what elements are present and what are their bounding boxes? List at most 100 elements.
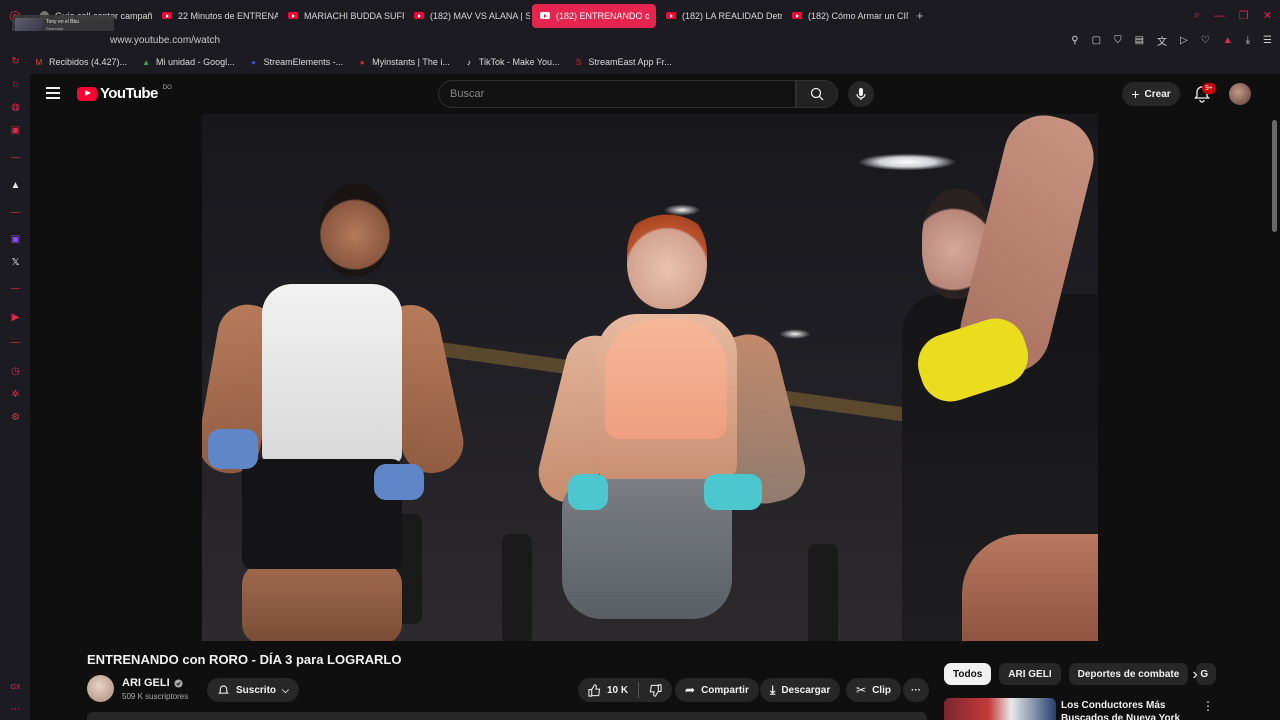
gmail-sidebar-icon[interactable]: ▣ <box>9 124 22 137</box>
bookmark-item[interactable]: ● Myinstants | The i... <box>357 57 450 67</box>
gx-icon[interactable]: GX <box>9 681 22 694</box>
like-count[interactable]: 10 K <box>607 685 628 696</box>
create-button[interactable]: + Crear <box>1122 82 1180 106</box>
browser-tab[interactable]: (182) MAV VS ALANA | S <box>406 4 530 28</box>
video-frame-figure <box>320 184 390 276</box>
video-frame-figure <box>568 474 608 510</box>
bell-icon <box>218 684 229 694</box>
tab-label: (182) MAV VS ALANA | S <box>430 10 530 21</box>
minimize-icon[interactable]: — <box>1214 10 1225 22</box>
address-bar-tools: ⚲ ▢ ⛉ ▤ 文 ▷ ♡ ▲ ⤓ ☰ <box>1071 31 1272 50</box>
sidebar-divider <box>11 212 19 213</box>
twitch-icon[interactable]: ▣ <box>9 233 22 246</box>
more-sidebar-icon[interactable]: ⋯ <box>9 703 22 716</box>
recommended-thumbnail[interactable] <box>944 698 1056 720</box>
country-code: DO <box>162 84 172 91</box>
filter-chip[interactable]: Deportes de combate <box>1068 663 1189 685</box>
like-divider <box>638 682 640 698</box>
bookmark-item[interactable]: ♪ TikTok - Make You... <box>464 57 560 67</box>
page-scrollbar[interactable] <box>1272 120 1277 232</box>
video-frame-figure <box>374 464 424 500</box>
messenger-icon[interactable]: ◍ <box>9 101 22 114</box>
bookmark-item[interactable]: S StreamEast App Fr... <box>574 57 672 67</box>
clock-icon[interactable]: ◷ <box>9 365 22 378</box>
window-controls: ⌕ — ❐ ✕ <box>1194 0 1272 31</box>
bookmark-item[interactable]: ● StreamElements -... <box>249 57 343 67</box>
account-avatar[interactable] <box>1229 83 1251 105</box>
wallet-icon[interactable]: ▲ <box>1223 35 1233 46</box>
clip-button[interactable]: ✂ Clip <box>846 678 901 702</box>
download-label: Descargar <box>781 684 831 696</box>
thumbs-up-icon[interactable] <box>588 683 601 697</box>
bookmark-item[interactable]: M Recibidos (4.427)... <box>34 57 127 67</box>
new-tab-button[interactable]: + <box>908 8 932 23</box>
channel-name[interactable]: ARI GELI <box>122 677 183 689</box>
tab-label: 22 Minutos de ENTRENA <box>178 10 278 21</box>
url-field[interactable]: www.youtube.com/watch <box>30 35 220 46</box>
subscribed-button[interactable]: Suscrito ⌵ <box>207 678 299 702</box>
download-icon[interactable]: ⤓ <box>1246 35 1250 46</box>
browser-tab[interactable]: 22 Minutos de ENTRENA <box>154 4 278 28</box>
youtube-wordmark: YouTube <box>100 85 158 102</box>
filter-chip[interactable]: Todos <box>944 663 992 685</box>
x-icon[interactable]: 𝕏 <box>9 256 22 269</box>
browser-tab[interactable]: (182) Cómo Armar un CIN <box>784 4 908 28</box>
search-input[interactable]: Buscar <box>438 80 796 108</box>
aria-icon[interactable]: ▲ <box>9 179 22 192</box>
share-icon: ➦ <box>685 683 696 697</box>
chevron-right-icon[interactable]: › <box>1186 666 1204 684</box>
extensions-icon[interactable]: ✲ <box>9 388 22 401</box>
reader-icon[interactable]: ▤ <box>1135 35 1144 46</box>
voice-search-button[interactable] <box>848 81 874 107</box>
maximize-icon[interactable]: ❐ <box>1239 9 1249 22</box>
heart-icon[interactable]: ♡ <box>1201 35 1210 46</box>
search-button[interactable] <box>796 80 838 108</box>
more-actions-button[interactable]: ··· <box>903 678 929 702</box>
youtube-favicon-icon <box>162 12 172 19</box>
subscriber-count: 509 K suscriptores <box>122 692 189 701</box>
video-player[interactable] <box>202 114 1098 641</box>
snapshot-icon[interactable]: ▢ <box>1092 35 1101 46</box>
history-icon[interactable]: ↻ <box>9 55 22 68</box>
download-icon: ⤓ <box>770 682 776 697</box>
search-icon <box>810 87 824 101</box>
shop-icon[interactable]: ⌂ <box>9 78 22 91</box>
microphone-icon <box>856 88 866 100</box>
create-label: Crear <box>1144 88 1171 100</box>
play-icon[interactable]: ▷ <box>1180 35 1188 46</box>
translate-icon[interactable]: 文 <box>1157 33 1167 48</box>
recommended-more-icon[interactable]: ⋮ <box>1202 699 1214 713</box>
shield-icon[interactable]: ⛉ <box>1114 35 1122 46</box>
settings-icon[interactable]: ⚙ <box>9 411 22 424</box>
bookmarks-bar: M Recibidos (4.427)... ▲ Mi unidad - Googl.… <box>30 50 1280 74</box>
youtube-favicon-icon <box>540 12 550 19</box>
plus-icon: + <box>1131 86 1140 102</box>
tab-search-icon[interactable]: ⌕ <box>1194 9 1200 22</box>
youtube-favicon-icon <box>792 12 802 19</box>
video-frame-figure <box>242 564 402 641</box>
download-button[interactable]: ⤓ Descargar <box>760 678 841 702</box>
browser-tab[interactable]: (182) LA REALIDAD Detrá <box>658 4 782 28</box>
guide-menu-icon[interactable] <box>46 87 60 99</box>
browser-tab[interactable]: MARIACHI BUDDA SUFRE <box>280 4 404 28</box>
youtube-logo[interactable]: YouTube DO <box>77 85 172 102</box>
thumbs-down-icon[interactable] <box>649 683 662 697</box>
youtube-play-icon <box>77 86 97 101</box>
player-icon[interactable]: ▶ <box>9 311 22 324</box>
browser-tab[interactable]: (182) ENTRENANDO c <box>532 3 656 28</box>
bookmark-label: Recibidos (4.427)... <box>49 57 128 67</box>
video-frame-figure <box>962 534 1098 641</box>
scissors-icon: ✂ <box>856 683 867 697</box>
pin-icon[interactable]: ⚲ <box>1071 35 1078 46</box>
recommended-title[interactable]: Los Conductores Más Buscados de Nueva Yo… <box>1061 699 1201 720</box>
description-box[interactable] <box>87 712 927 720</box>
address-bar: www.youtube.com/watch ⚲ ▢ ⛉ ▤ 文 ▷ ♡ ▲ ⤓ … <box>30 31 1280 50</box>
channel-name-text: ARI GELI <box>122 677 170 689</box>
bookmark-item[interactable]: ▲ Mi unidad - Googl... <box>141 57 235 67</box>
share-button[interactable]: ➦ Compartir <box>675 678 759 702</box>
filter-chip[interactable]: ARI GELI <box>999 663 1061 685</box>
channel-avatar[interactable] <box>87 675 114 702</box>
menu-icon[interactable]: ☰ <box>1263 35 1272 46</box>
tab-label: MARIACHI BUDDA SUFRE <box>304 10 404 21</box>
close-icon[interactable]: ✕ <box>1263 9 1272 22</box>
